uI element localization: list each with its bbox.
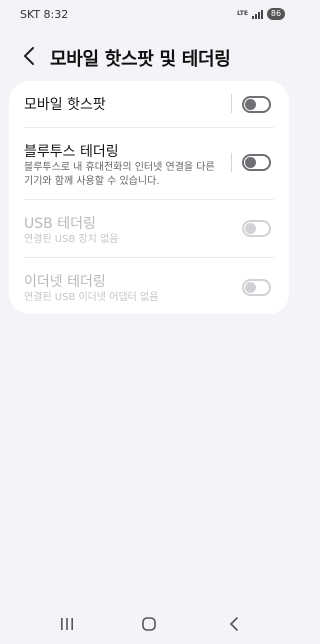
mobile-hotspot-title: 모바일 핫스팟 xyxy=(24,97,106,113)
settings-card: 모바일 핫스팟 블루투스 테더링 블루투스로 내 휴대전화의 인터넷 연결을 다… xyxy=(9,81,289,314)
toggle-knob xyxy=(245,157,256,168)
ethernet-tethering-toggle xyxy=(242,279,271,296)
back-button[interactable] xyxy=(18,44,40,68)
bluetooth-tethering-row[interactable]: 블루투스 테더링 블루투스로 내 휴대전화의 인터넷 연결을 다른 기기와 함께… xyxy=(9,128,289,199)
usb-tethering-subtitle: 연결된 USB 장치 없음 xyxy=(24,234,119,245)
back-icon xyxy=(230,617,238,631)
usb-tethering-row: USB 테더링 연결된 USB 장치 없음 xyxy=(9,200,289,257)
app-header: 모바일 핫스팟 및 테더링 xyxy=(0,36,297,76)
bluetooth-tethering-toggle[interactable] xyxy=(242,154,271,171)
usb-tethering-toggle xyxy=(242,220,271,237)
ethernet-tethering-row: 이더넷 테더링 연결된 USB 이더넷 어댑터 없음 xyxy=(9,258,289,314)
mobile-hotspot-toggle[interactable] xyxy=(242,96,271,113)
ethernet-tethering-subtitle: 연결된 USB 이더넷 어댑터 없음 xyxy=(24,292,159,303)
page-title: 모바일 핫스팟 및 테더링 xyxy=(50,49,231,70)
navigation-bar xyxy=(0,604,297,644)
row-separator xyxy=(231,94,232,113)
battery-icon: 86 xyxy=(267,8,285,20)
nav-back-button[interactable] xyxy=(222,614,246,634)
usb-tethering-title: USB 테더링 xyxy=(24,216,96,232)
home-button[interactable] xyxy=(137,614,161,634)
recent-apps-icon xyxy=(61,618,73,630)
lte-indicator: LTE xyxy=(236,10,248,17)
bluetooth-tethering-subtitle: 블루투스로 내 휴대전화의 인터넷 연결을 다른 기기와 함께 사용할 수 있습… xyxy=(24,162,215,187)
signal-icon xyxy=(252,9,263,19)
row-separator xyxy=(231,153,232,172)
carrier-time: SKT 8:32 xyxy=(20,8,69,21)
toggle-knob xyxy=(245,223,256,234)
toggle-knob xyxy=(245,99,256,110)
bluetooth-tethering-title: 블루투스 테더링 xyxy=(24,144,119,160)
toggle-knob xyxy=(245,282,256,293)
chevron-left-icon xyxy=(24,47,34,65)
recent-apps-button[interactable] xyxy=(55,614,79,634)
ethernet-tethering-title: 이더넷 테더링 xyxy=(24,274,106,290)
home-icon xyxy=(142,617,156,631)
status-bar: SKT 8:32 LTE 86 xyxy=(0,0,297,28)
status-icons: LTE 86 xyxy=(237,7,285,21)
mobile-hotspot-row[interactable]: 모바일 핫스팟 xyxy=(9,81,289,127)
